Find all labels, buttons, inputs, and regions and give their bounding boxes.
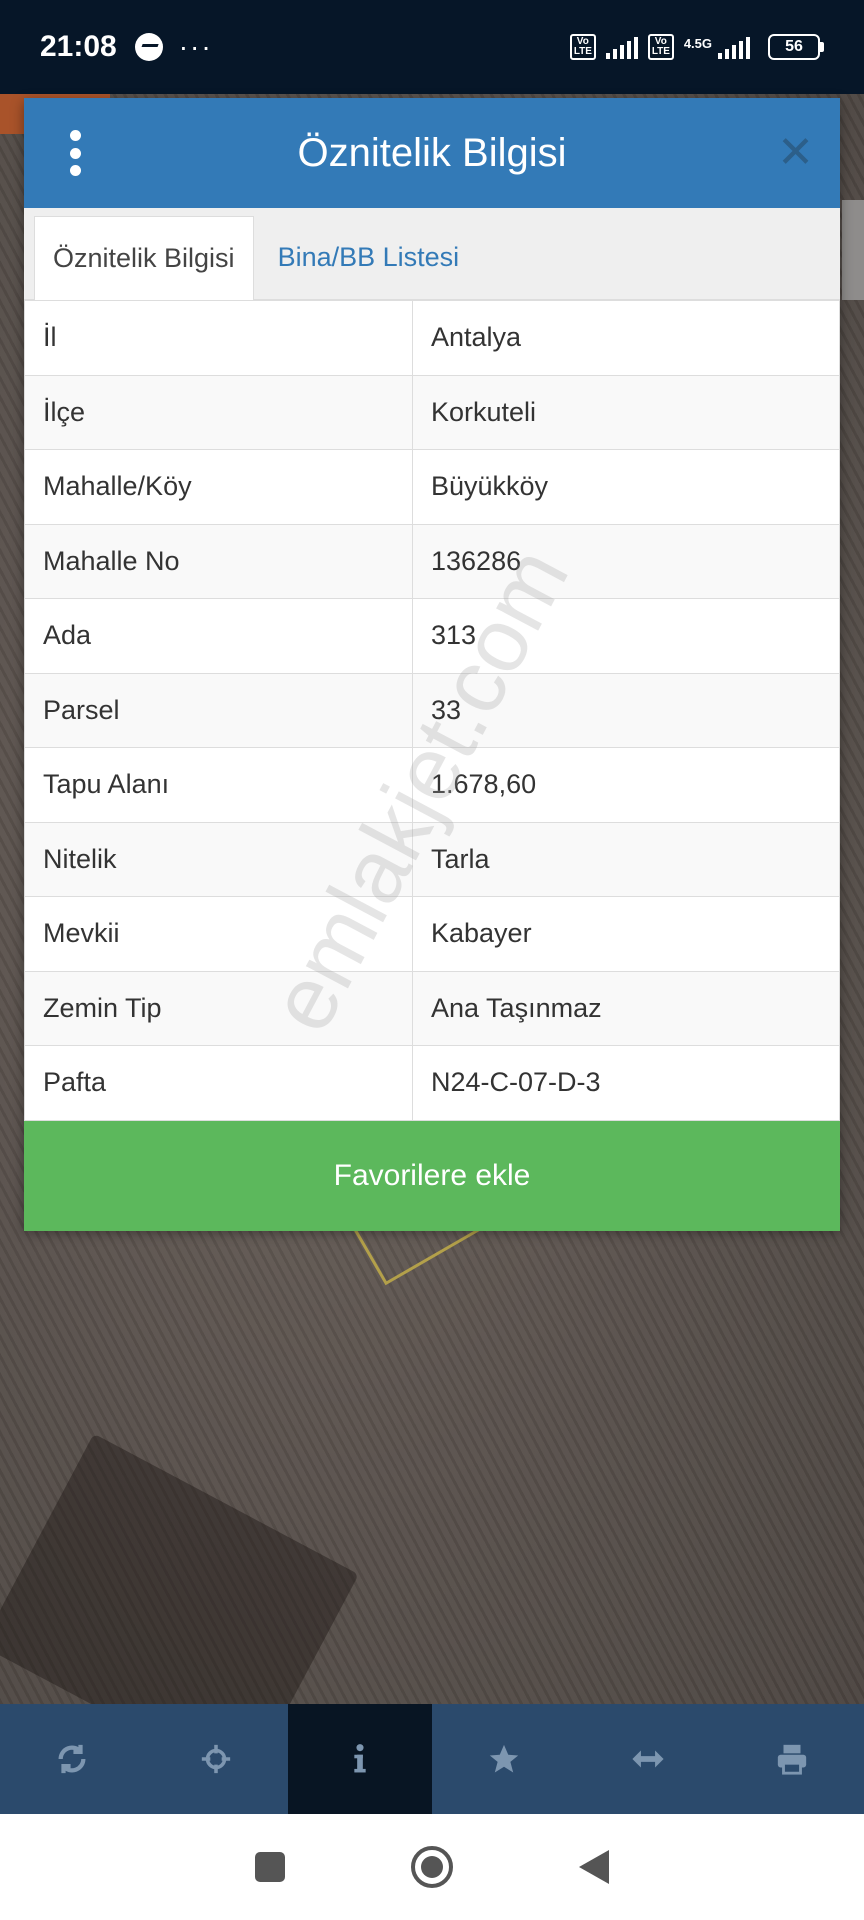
attribute-key: Mevkii bbox=[24, 896, 413, 972]
kebab-menu-icon[interactable] bbox=[70, 130, 82, 176]
status-indicators: Vo LTE Vo LTE 4.5G 56 bbox=[569, 34, 824, 60]
recents-icon bbox=[255, 1852, 285, 1882]
table-row: Tapu Alanı 1.678,60 bbox=[24, 747, 840, 823]
attribute-key: İlçe bbox=[24, 374, 413, 450]
back-icon bbox=[579, 1850, 609, 1884]
table-row: Pafta N24-C-07-D-3 bbox=[24, 1045, 840, 1121]
attribute-key: Ada bbox=[24, 598, 413, 674]
table-row: Mahalle/Köy Büyükköy bbox=[24, 449, 840, 525]
battery-icon: 56 bbox=[768, 34, 824, 60]
attribute-key: Mahalle/Köy bbox=[24, 449, 413, 525]
modal-tabs: Öznitelik Bilgisi Bina/BB Listesi bbox=[24, 208, 840, 300]
refresh-button[interactable] bbox=[0, 1704, 144, 1814]
attribute-value: 136286 bbox=[412, 523, 840, 599]
attribute-key: Zemin Tip bbox=[24, 970, 413, 1046]
attribute-value: Kabayer bbox=[412, 896, 840, 972]
system-navigation-bar bbox=[0, 1814, 864, 1920]
attribute-value: 1.678,60 bbox=[412, 747, 840, 823]
favorites-button[interactable] bbox=[432, 1704, 576, 1814]
attribute-table: İl Antalya İlçe Korkuteli Mahalle/Köy Büyükkö… bbox=[24, 300, 840, 1121]
table-row: Ada 313 bbox=[24, 598, 840, 674]
table-row: İlçe Korkuteli bbox=[24, 374, 840, 450]
battery-level: 56 bbox=[785, 38, 803, 55]
home-icon bbox=[411, 1846, 453, 1888]
attribute-key: İl bbox=[24, 300, 413, 376]
close-icon[interactable]: ✕ bbox=[777, 126, 814, 180]
signal-icon bbox=[605, 35, 638, 59]
modal-header: Öznitelik Bilgisi ✕ bbox=[24, 98, 840, 208]
table-row: Nitelik Tarla bbox=[24, 821, 840, 897]
print-icon bbox=[777, 1744, 807, 1775]
table-row: Parsel 33 bbox=[24, 672, 840, 748]
locate-icon bbox=[201, 1744, 231, 1774]
locate-button[interactable] bbox=[144, 1704, 288, 1814]
messenger-icon bbox=[134, 33, 163, 61]
back-button[interactable] bbox=[568, 1841, 620, 1893]
refresh-icon bbox=[58, 1744, 86, 1774]
info-icon bbox=[354, 1744, 366, 1773]
attribute-value: Büyükköy bbox=[412, 449, 840, 525]
status-bar: 21:08 ··· Vo LTE Vo LTE 4.5G 56 bbox=[0, 0, 864, 94]
table-row: İl Antalya bbox=[24, 300, 840, 376]
attribute-value: Korkuteli bbox=[412, 374, 840, 450]
attribute-value: Ana Taşınmaz bbox=[412, 970, 840, 1046]
print-button[interactable] bbox=[720, 1704, 864, 1814]
attribute-key: Parsel bbox=[24, 672, 413, 748]
volte-icon: Vo LTE bbox=[569, 34, 596, 60]
status-time: 21:08 bbox=[40, 30, 117, 63]
attribute-key: Tapu Alanı bbox=[24, 747, 413, 823]
table-row: Zemin Tip Ana Taşınmaz bbox=[24, 970, 840, 1046]
info-button[interactable] bbox=[288, 1704, 432, 1814]
attribute-value: 313 bbox=[412, 598, 840, 674]
attribute-key: Mahalle No bbox=[24, 523, 413, 599]
attribute-value: 33 bbox=[412, 672, 840, 748]
attribute-value: Tarla bbox=[412, 821, 840, 897]
recents-button[interactable] bbox=[244, 1841, 296, 1893]
table-row: Mevkii Kabayer bbox=[24, 896, 840, 972]
map-scroll-handle bbox=[842, 200, 864, 300]
tab-building-list[interactable]: Bina/BB Listesi bbox=[260, 215, 478, 299]
add-to-favorites-button[interactable]: Favorilere ekle bbox=[24, 1120, 840, 1231]
tab-attribute-info[interactable]: Öznitelik Bilgisi bbox=[34, 216, 254, 300]
volte-icon: Vo LTE bbox=[647, 34, 674, 60]
measure-button[interactable] bbox=[576, 1704, 720, 1814]
attribute-key: Pafta bbox=[24, 1045, 413, 1121]
signal-icon bbox=[718, 35, 750, 59]
modal-title: Öznitelik Bilgisi bbox=[297, 130, 567, 175]
attribute-key: Nitelik bbox=[24, 821, 413, 897]
network-type: 4.5G bbox=[683, 36, 712, 51]
home-button[interactable] bbox=[406, 1841, 458, 1893]
attribute-info-modal: Öznitelik Bilgisi ✕ Öznitelik Bilgisi Bi… bbox=[24, 98, 840, 1231]
attribute-value: N24-C-07-D-3 bbox=[412, 1045, 840, 1121]
measure-icon bbox=[632, 1750, 664, 1768]
star-icon bbox=[489, 1744, 519, 1773]
table-row: Mahalle No 136286 bbox=[24, 523, 840, 599]
attribute-value: Antalya bbox=[412, 300, 840, 376]
more-notifications-icon: ··· bbox=[178, 31, 213, 62]
bottom-toolbar bbox=[0, 1704, 864, 1814]
